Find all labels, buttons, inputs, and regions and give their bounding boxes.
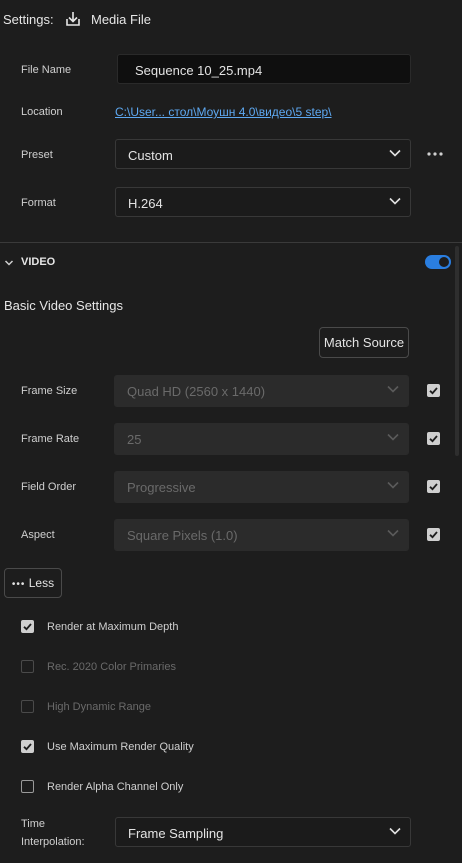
option-label: Use Maximum Render Quality [47,741,194,753]
video-row-dropdown[interactable]: Quad HD (2560 x 1440) [114,375,409,407]
option-checkbox[interactable] [21,660,34,673]
video-row-value: Progressive [127,480,196,495]
option-label: Render at Maximum Depth [47,621,179,633]
section-divider [0,242,462,243]
video-row-dropdown[interactable]: 25 [114,423,409,455]
video-row-label: Frame Size [21,385,78,397]
toggle-knob [439,257,449,267]
chevron-down-icon[interactable] [4,257,14,267]
preset-label: Preset [21,149,53,161]
format-dropdown[interactable]: H.264 [115,187,411,217]
settings-label: Settings: [3,12,54,27]
option-checkbox[interactable] [21,740,34,753]
match-source-checkbox[interactable] [427,528,440,541]
time-interpolation-label-line2: Interpolation: [21,836,85,848]
preset-value: Custom [128,148,173,163]
match-source-button[interactable]: Match Source [319,327,409,358]
video-section-title[interactable]: VIDEO [21,256,55,268]
video-row-label: Field Order [21,481,77,493]
chevron-down-icon [389,827,401,837]
chevron-down-icon [387,433,399,443]
chevron-down-icon [387,529,399,539]
option-checkbox[interactable] [21,620,34,633]
format-value: H.264 [128,196,163,211]
file-name-input[interactable]: Sequence 10_25.mp4 [117,54,411,84]
video-enable-toggle[interactable] [425,255,451,269]
chevron-down-icon [389,197,401,207]
scrollbar[interactable] [455,246,459,456]
option-label: Render Alpha Channel Only [47,781,184,793]
match-source-checkbox[interactable] [427,480,440,493]
time-interpolation-value: Frame Sampling [128,826,224,841]
less-label: Less [28,576,55,590]
export-target-label: Media File [91,12,151,27]
option-checkbox[interactable] [21,780,34,793]
file-name-label: File Name [21,64,72,76]
download-icon[interactable] [64,10,82,28]
time-interpolation-dropdown[interactable]: Frame Sampling [115,817,411,847]
location-label: Location [21,106,63,118]
less-button[interactable]: ••• Less [4,568,62,598]
ellipsis-icon[interactable] [426,145,446,163]
option-checkbox[interactable] [21,700,34,713]
video-row-dropdown[interactable]: Progressive [114,471,409,503]
match-source-checkbox[interactable] [427,384,440,397]
ellipsis-icon: ••• [11,579,26,590]
chevron-down-icon [387,481,399,491]
location-link[interactable]: C:\User... стол\Моушн 4.0\видео\5 step\ [115,105,332,119]
video-row-label: Frame Rate [21,433,80,445]
match-source-checkbox[interactable] [427,432,440,445]
file-name-value: Sequence 10_25.mp4 [135,63,263,78]
basic-video-settings-heading: Basic Video Settings [4,298,123,313]
time-interpolation-label-line1: Time [21,818,46,830]
preset-dropdown[interactable]: Custom [115,139,411,169]
option-label: Rec. 2020 Color Primaries [47,661,176,673]
option-label: High Dynamic Range [47,701,151,713]
video-row-label: Aspect [21,529,55,541]
chevron-down-icon [389,149,401,159]
video-row-value: Quad HD (2560 x 1440) [127,384,266,399]
video-row-value: Square Pixels (1.0) [127,528,238,543]
video-row-dropdown[interactable]: Square Pixels (1.0) [114,519,409,551]
chevron-down-icon [387,385,399,395]
video-row-value: 25 [127,432,142,447]
format-label: Format [21,197,56,209]
